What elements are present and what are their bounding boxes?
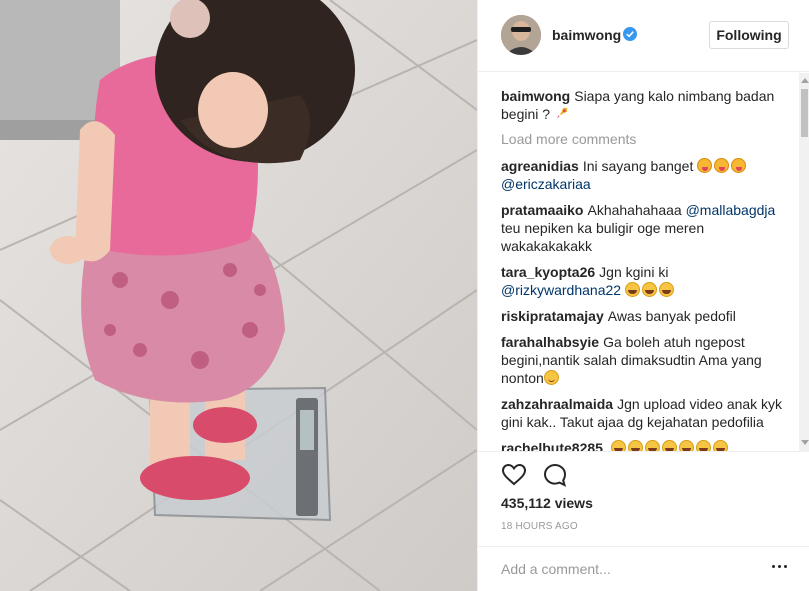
tongue-emoji-icon	[697, 158, 713, 173]
post-author-username[interactable]: baimwong	[552, 27, 621, 43]
comment-text: Jgn kgini ki	[599, 264, 669, 280]
scrollbar-thumb[interactable]	[801, 89, 808, 137]
laughing-emoji-icon	[658, 282, 674, 297]
comment-username[interactable]: zahzahraalmaida	[501, 396, 613, 412]
comment-text-continued: teu nepiken ka buligir oge meren wakakak…	[501, 220, 705, 254]
laughing-emoji-icon	[661, 440, 677, 451]
caption: baimwong Siapa yang kalo nimbang badan be…	[501, 87, 791, 123]
post-side-panel: baimwong Following baimwong Siapa yang ka…	[477, 0, 809, 591]
comment-username[interactable]: riskipratamajay	[501, 308, 604, 324]
laughing-emoji-icon	[644, 440, 660, 451]
post-timestamp[interactable]: 18 HOURS AGO	[501, 521, 578, 532]
photo-illustration	[0, 0, 477, 591]
post-header: baimwong Following	[478, 0, 809, 72]
speech-bubble-icon[interactable]	[542, 462, 568, 488]
laughing-emoji-icon	[641, 282, 657, 297]
following-button[interactable]: Following	[709, 21, 789, 49]
laughing-emoji-icon	[627, 440, 643, 451]
post-photo[interactable]	[0, 0, 477, 591]
avatar[interactable]	[501, 15, 541, 55]
list-item: zahzahraalmaida Jgn upload video anak kyk…	[501, 395, 791, 431]
comment-username[interactable]: agreanidias	[501, 158, 579, 174]
caption-username[interactable]: baimwong	[501, 88, 570, 104]
laughing-emoji-icon	[712, 440, 728, 451]
comment-mention[interactable]: @mallabagdja	[686, 202, 776, 218]
comment-username[interactable]: tara_kyopta26	[501, 264, 595, 280]
comment-text: Ini sayang banget	[582, 158, 694, 174]
post-actions: 435,112 views 18 HOURS AGO	[478, 451, 809, 546]
smile-emoji-icon	[543, 370, 559, 385]
laughing-emoji-icon	[624, 282, 640, 297]
list-item: tara_kyopta26 Jgn kgini ki @rizkywardhana…	[501, 263, 791, 299]
rocket-emoji-icon	[556, 107, 568, 119]
heart-icon[interactable]	[501, 462, 527, 488]
list-item: riskipratamajay Awas banyak pedofil	[501, 307, 791, 325]
comment-mention[interactable]: @rizkywardhana22	[501, 282, 621, 298]
tongue-emoji-icon	[714, 158, 730, 173]
verified-badge-icon	[623, 27, 637, 41]
view-count: 435,112 views	[501, 495, 593, 511]
scroll-down-arrow-icon[interactable]	[801, 440, 809, 445]
comment-username[interactable]: farahalhabsyie	[501, 334, 599, 350]
load-more-comments-link[interactable]: Load more comments	[501, 131, 791, 147]
laughing-emoji-icon	[678, 440, 694, 451]
laughing-emoji-icon	[695, 440, 711, 451]
tongue-emoji-icon	[731, 158, 747, 173]
list-item: farahalhabsyie Ga boleh atuh ngepost begi…	[501, 333, 791, 387]
comment-mention[interactable]: @ericzakariaa	[501, 176, 591, 192]
comments-scrollbar[interactable]	[799, 73, 809, 451]
more-options-icon[interactable]	[772, 565, 788, 571]
list-item: agreanidias Ini sayang banget @ericzakari…	[501, 157, 791, 193]
scroll-up-arrow-icon[interactable]	[801, 78, 809, 83]
comment-text: Akhahahahaaa	[587, 202, 682, 218]
comment-username[interactable]: rachelbute8285	[501, 440, 603, 451]
comment-username[interactable]: pratamaaiko	[501, 202, 583, 218]
comments-list[interactable]: baimwong Siapa yang kalo nimbang badan be…	[478, 73, 809, 451]
list-item: rachelbute8285	[501, 439, 791, 451]
add-comment-section	[478, 546, 809, 591]
laughing-emoji-icon	[610, 440, 626, 451]
list-item: pratamaaiko Akhahahahaaa @mallabagdja teu…	[501, 201, 791, 255]
comment-input[interactable]	[501, 559, 751, 579]
comment-text: Awas banyak pedofil	[607, 308, 736, 324]
